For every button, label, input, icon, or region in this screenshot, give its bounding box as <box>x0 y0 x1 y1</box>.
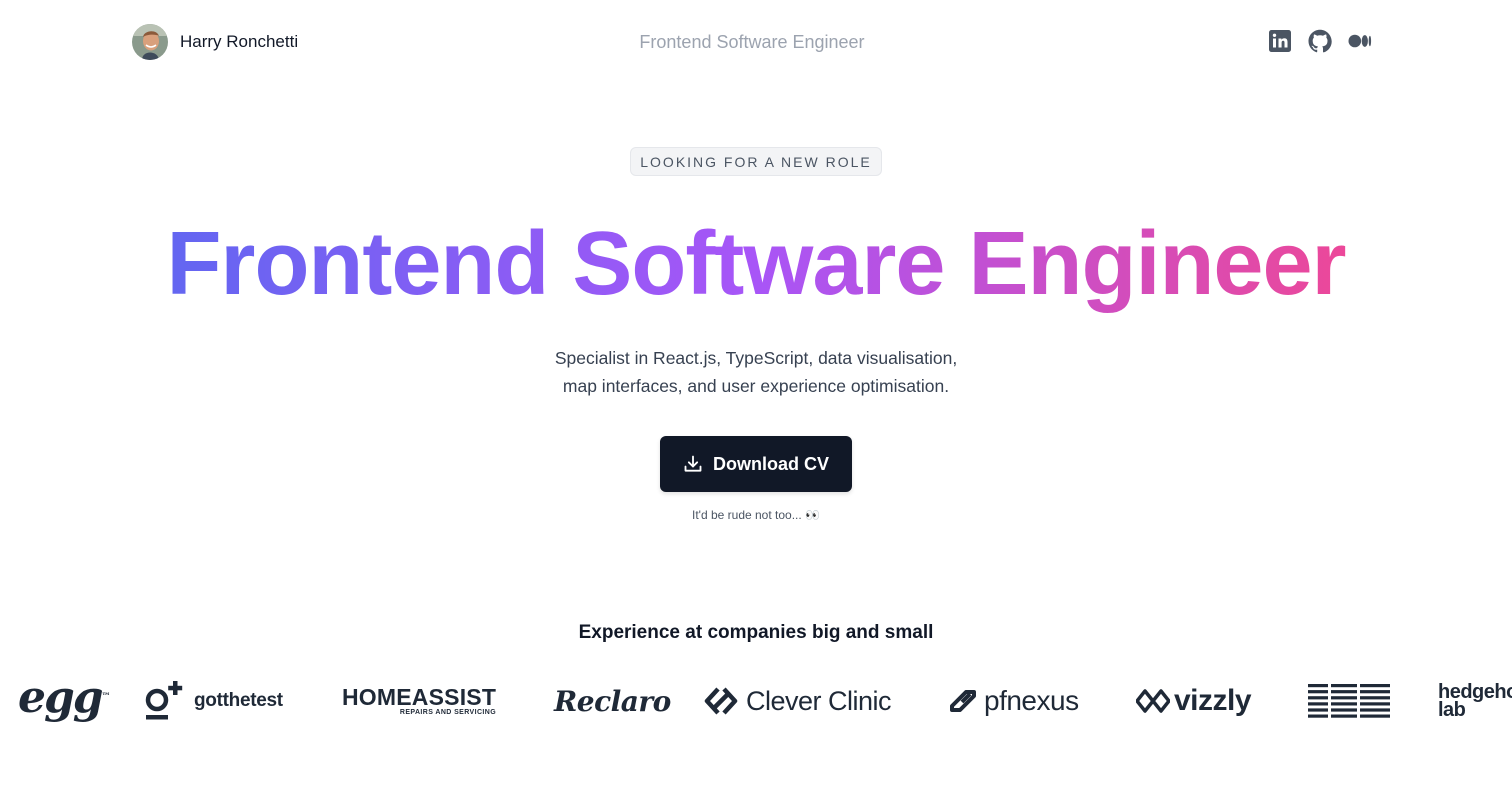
github-icon <box>1308 29 1332 53</box>
logo-gotthetest: gotthetest <box>144 676 283 726</box>
download-cv-label: Download CV <box>713 453 829 474</box>
medium-icon <box>1348 34 1372 48</box>
github-link[interactable] <box>1308 29 1332 53</box>
logo-homeassist: HOMEASSIST REPAIRS AND SERVICING <box>342 676 496 726</box>
job-status-badge: LOOKING FOR A NEW ROLE <box>0 147 1512 176</box>
linkedin-link[interactable] <box>1268 29 1292 53</box>
logo-vizzly-text: vizzly <box>1174 684 1252 717</box>
logo-clever-clinic: Clever Clinic <box>704 676 892 726</box>
logo-hedgehog-text-2: lab <box>1438 699 1466 721</box>
job-status-badge-label: LOOKING FOR A NEW ROLE <box>630 147 882 176</box>
hero-subtitle-line-1: Specialist in React.js, TypeScript, data… <box>554 348 958 368</box>
clever-clinic-mark-icon <box>704 687 738 715</box>
cv-note: It'd be rude not too... 👀 <box>692 508 820 522</box>
ibm-logo-icon <box>1308 684 1390 718</box>
logo-gotthetest-text: gotthetest <box>194 690 283 711</box>
logo-pfnexus-text: pfnexus <box>984 685 1079 716</box>
logo-reclaro-text: Reclaro <box>554 684 671 718</box>
hero-title: Frontend Software Engineer <box>0 210 1512 318</box>
medium-link[interactable] <box>1348 29 1372 53</box>
download-cv-button[interactable]: Download CV <box>660 436 852 492</box>
logo-reclaro: Reclaro <box>554 676 671 726</box>
logo-vizzly: vizzly <box>1136 676 1252 726</box>
logo-pfnexus: pfnexus <box>948 676 1079 726</box>
experience-heading: Experience at companies big and small <box>578 622 934 643</box>
logo-homeassist-subtext: REPAIRS AND SERVICING <box>399 709 497 716</box>
pfnexus-mark-icon <box>950 690 976 712</box>
social-links <box>1268 29 1372 53</box>
company-logos: egg ™ gotthetest HOMEASSIST REPAIRS AND S… <box>0 676 1512 726</box>
hero-subtitle: Specialist in React.js, TypeScript, data… <box>0 344 1512 400</box>
vizzly-mark-icon <box>1136 689 1170 713</box>
linkedin-icon <box>1269 30 1291 52</box>
download-icon <box>684 455 702 472</box>
header-tagline: Frontend Software Engineer <box>639 32 865 52</box>
logo-hedgehog-lab: hedgehog lab <box>1438 676 1512 726</box>
site-header: Harry Ronchetti Frontend Software Engine… <box>132 22 1372 62</box>
logo-egg: egg ™ <box>18 676 111 723</box>
logo-homeassist-text: HOMEASSIST <box>342 684 497 710</box>
hero-title-text: Frontend Software Engineer <box>166 214 1346 314</box>
logo-clever-clinic-text: Clever Clinic <box>746 685 892 716</box>
logo-ibm <box>1308 676 1390 726</box>
hero-subtitle-line-2: map interfaces, and user experience opti… <box>562 376 950 396</box>
gotthetest-mark-icon <box>145 681 183 720</box>
logo-egg-trademark: ™ <box>101 692 111 702</box>
logo-egg-text: egg <box>18 676 104 723</box>
